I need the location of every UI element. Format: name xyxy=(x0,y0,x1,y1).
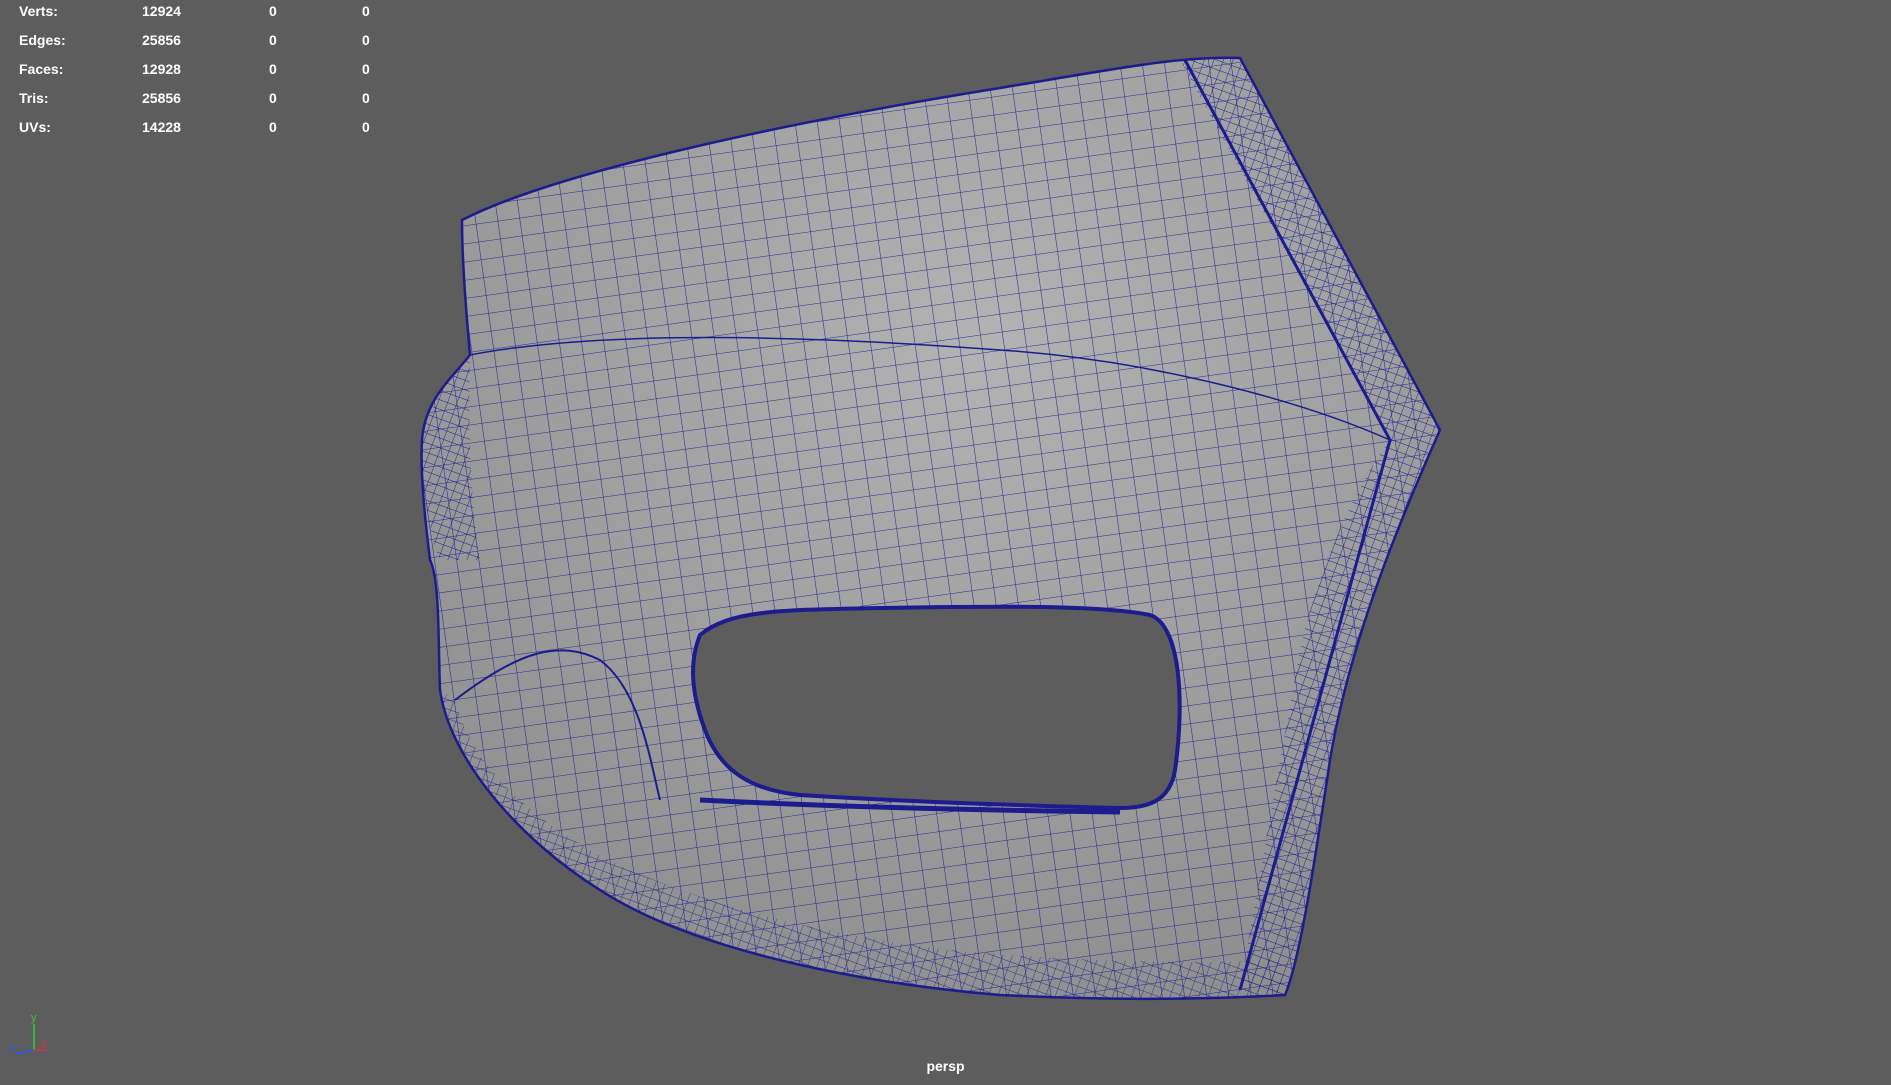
hud-value-selection: 0 xyxy=(362,61,370,77)
hud-value-selected: 0 xyxy=(269,119,277,135)
hud-row-edges: Edges: 25856 0 0 xyxy=(19,29,379,58)
hud-row-faces: Faces: 12928 0 0 xyxy=(19,58,379,87)
axis-y-label: y xyxy=(31,1012,37,1024)
camera-name-label: persp xyxy=(926,1058,965,1074)
axis-x-label: x xyxy=(41,1038,47,1050)
hud-value-object: 12924 xyxy=(142,3,181,19)
hud-label: Edges: xyxy=(19,32,66,48)
hud-label: UVs: xyxy=(19,119,51,135)
hud-value-selected: 0 xyxy=(269,32,277,48)
hud-label: Faces: xyxy=(19,61,64,77)
hud-value-object: 14228 xyxy=(142,119,181,135)
hud-value-selected: 0 xyxy=(269,3,277,19)
axis-z-label: z xyxy=(9,1043,15,1055)
hud-row-uvs: UVs: 14228 0 0 xyxy=(19,116,379,145)
hud-value-object: 25856 xyxy=(142,32,181,48)
hud-value-selection: 0 xyxy=(362,119,370,135)
hud-row-tris: Tris: 25856 0 0 xyxy=(19,87,379,116)
hud-value-object: 25856 xyxy=(142,90,181,106)
hud-label: Tris: xyxy=(19,90,49,106)
hud-value-selected: 0 xyxy=(269,90,277,106)
poly-count-hud: Verts: 12924 0 0 Edges: 25856 0 0 Faces:… xyxy=(19,0,379,145)
hud-value-selection: 0 xyxy=(362,32,370,48)
bumper-mesh[interactable] xyxy=(0,0,1891,1080)
hud-value-selected: 0 xyxy=(269,61,277,77)
hud-value-selection: 0 xyxy=(362,3,370,19)
persp-viewport[interactable] xyxy=(0,0,1891,1080)
axis-gizmo-icon: y x z xyxy=(9,1012,47,1055)
hud-value-selection: 0 xyxy=(362,90,370,106)
hud-value-object: 12928 xyxy=(142,61,181,77)
hud-row-verts: Verts: 12924 0 0 xyxy=(19,0,379,29)
hud-label: Verts: xyxy=(19,3,58,19)
